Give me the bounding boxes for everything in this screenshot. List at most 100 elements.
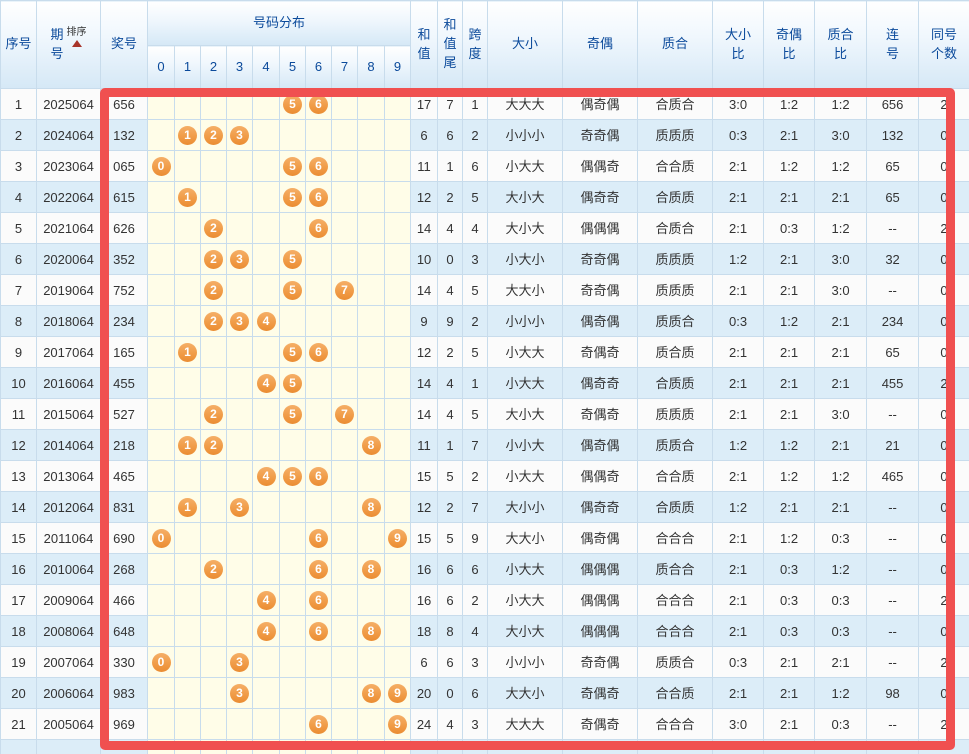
period-cell: 2021064: [37, 213, 101, 244]
number-ball: 2: [204, 312, 223, 331]
sum-tail-cell: 6: [438, 585, 463, 616]
period-cell: 2012064: [37, 492, 101, 523]
sum-tail-cell: 6: [438, 554, 463, 585]
number-cell: 455: [101, 368, 148, 399]
consecutive-cell: --: [867, 647, 919, 678]
number-ball: 6: [309, 560, 328, 579]
sum-tail-cell: 6: [438, 647, 463, 678]
distribution-cell-3: 3: [227, 678, 253, 709]
consecutive-cell: --: [867, 709, 919, 740]
size-cell: 小大大: [488, 337, 563, 368]
seq-cell: 13: [1, 461, 37, 492]
parity-cell: 偶奇偶: [563, 306, 638, 337]
same-count-cell: 2: [919, 647, 969, 678]
distribution-cell-3: 3: [227, 306, 253, 337]
empty-cell: [358, 740, 385, 754]
distribution-cell-1: [175, 554, 201, 585]
same-count-cell: 0: [919, 461, 969, 492]
table-row: 212005064969692443大大大奇偶奇合合合3:02:10:3--2: [1, 709, 969, 740]
sum-cell: 20: [411, 678, 438, 709]
distribution-cell-9: [385, 213, 411, 244]
span-cell: 1: [463, 368, 488, 399]
prime-ratio-cell: 3:0: [815, 120, 867, 151]
size-cell: 大大小: [488, 678, 563, 709]
distribution-cell-5: 5: [280, 182, 306, 213]
number-ball: 9: [388, 715, 407, 734]
number-ball: 2: [204, 219, 223, 238]
distribution-cell-4: 4: [253, 461, 280, 492]
consecutive-cell: 65: [867, 337, 919, 368]
number-cell: 165: [101, 337, 148, 368]
sum-tail-cell: 7: [438, 89, 463, 120]
seq-cell: 12: [1, 430, 37, 461]
number-ball: 1: [178, 436, 197, 455]
span-cell: 4: [463, 616, 488, 647]
distribution-cell-8: 8: [358, 678, 385, 709]
size-cell: 小小大: [488, 430, 563, 461]
empty-cell: [713, 740, 764, 754]
empty-cell: [815, 740, 867, 754]
number-ball: 4: [257, 622, 276, 641]
distribution-cell-4: [253, 120, 280, 151]
table-row: [1, 740, 969, 754]
distribution-cell-1: [175, 585, 201, 616]
distribution-cell-6: 6: [306, 151, 332, 182]
col-header-parity: 奇偶: [563, 1, 638, 89]
distribution-cell-5: 5: [280, 89, 306, 120]
distribution-cell-0: [148, 275, 175, 306]
span-cell: 3: [463, 647, 488, 678]
parity-ratio-cell: 2:1: [764, 492, 815, 523]
distribution-cell-4: [253, 647, 280, 678]
distribution-cell-4: [253, 213, 280, 244]
sort-control[interactable]: 排序: [67, 28, 87, 47]
distribution-cell-3: 3: [227, 647, 253, 678]
distribution-cell-9: 9: [385, 523, 411, 554]
sum-tail-cell: 0: [438, 244, 463, 275]
distribution-cell-4: 4: [253, 585, 280, 616]
table-row: 1420120648311381227大小小偶奇奇合质质1:22:12:1--0: [1, 492, 969, 523]
prime-cell: 合质合: [638, 213, 713, 244]
distribution-cell-3: [227, 368, 253, 399]
size-ratio-cell: 2:1: [713, 368, 764, 399]
size-ratio-cell: 1:2: [713, 430, 764, 461]
number-cell: 465: [101, 461, 148, 492]
distribution-cell-6: [306, 678, 332, 709]
col-header-size: 大小: [488, 1, 563, 89]
distribution-cell-9: [385, 337, 411, 368]
span-cell: 5: [463, 275, 488, 306]
distribution-cell-0: [148, 492, 175, 523]
number-ball: 3: [230, 126, 249, 145]
consecutive-cell: 21: [867, 430, 919, 461]
sort-label[interactable]: 排序: [67, 28, 87, 38]
span-cell: 9: [463, 523, 488, 554]
prime-cell: 质质合: [638, 647, 713, 678]
distribution-cell-5: 5: [280, 151, 306, 182]
parity-ratio-cell: 0:3: [764, 554, 815, 585]
same-count-cell: 0: [919, 430, 969, 461]
distribution-cell-8: [358, 585, 385, 616]
distribution-cell-0: [148, 430, 175, 461]
parity-cell: 偶偶偶: [563, 585, 638, 616]
number-ball: 2: [204, 405, 223, 424]
number-ball: 6: [309, 715, 328, 734]
distribution-cell-2: [201, 461, 227, 492]
span-cell: 5: [463, 182, 488, 213]
period-cell: 2015064: [37, 399, 101, 430]
prime-cell: 质合质: [638, 337, 713, 368]
sum-cell: 15: [411, 523, 438, 554]
sum-tail-cell: 1: [438, 151, 463, 182]
prime-cell: 合质质: [638, 492, 713, 523]
number-ball: 0: [152, 157, 171, 176]
distribution-cell-4: [253, 523, 280, 554]
distribution-cell-7: [332, 678, 358, 709]
distribution-cell-9: [385, 430, 411, 461]
number-ball: 4: [257, 312, 276, 331]
same-count-cell: 2: [919, 213, 969, 244]
size-ratio-cell: 0:3: [713, 120, 764, 151]
sum-cell: 12: [411, 182, 438, 213]
distribution-cell-2: [201, 492, 227, 523]
empty-cell: [385, 740, 411, 754]
distribution-cell-9: [385, 275, 411, 306]
distribution-cell-3: [227, 213, 253, 244]
distribution-cell-2: 2: [201, 120, 227, 151]
